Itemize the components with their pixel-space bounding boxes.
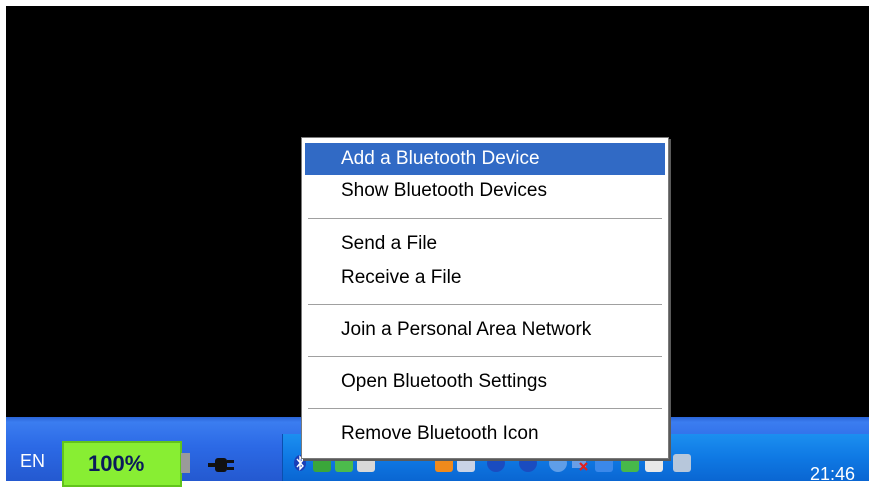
screenshot-frame: EN 100% 21:46 Add a Bluetooth Device Sho… [0, 0, 873, 487]
ac-plug-icon[interactable] [208, 455, 236, 475]
menu-item-show-bluetooth-devices[interactable]: Show Bluetooth Devices [305, 175, 665, 207]
language-indicator[interactable]: EN [20, 451, 45, 472]
menu-item-join-personal-area-network[interactable]: Join a Personal Area Network [305, 314, 665, 346]
menu-separator [308, 408, 662, 410]
menu-separator [308, 218, 662, 220]
menu-item-remove-bluetooth-icon[interactable]: Remove Bluetooth Icon [305, 418, 665, 450]
battery-percentage: 100% [88, 451, 145, 476]
menu-item-open-bluetooth-settings[interactable]: Open Bluetooth Settings [305, 366, 665, 398]
battery-terminal [181, 453, 190, 473]
bluetooth-context-menu: Add a Bluetooth Device Show Bluetooth De… [301, 137, 669, 459]
menu-item-receive-file[interactable]: Receive a File [305, 262, 665, 294]
network-connection-icon[interactable] [673, 454, 691, 472]
menu-separator [308, 304, 662, 306]
menu-item-send-file[interactable]: Send a File [305, 228, 665, 260]
clock[interactable]: 21:46 [810, 464, 855, 485]
menu-separator [308, 356, 662, 358]
battery-meter[interactable]: 100% [62, 441, 182, 487]
menu-item-add-bluetooth-device[interactable]: Add a Bluetooth Device [305, 143, 665, 175]
